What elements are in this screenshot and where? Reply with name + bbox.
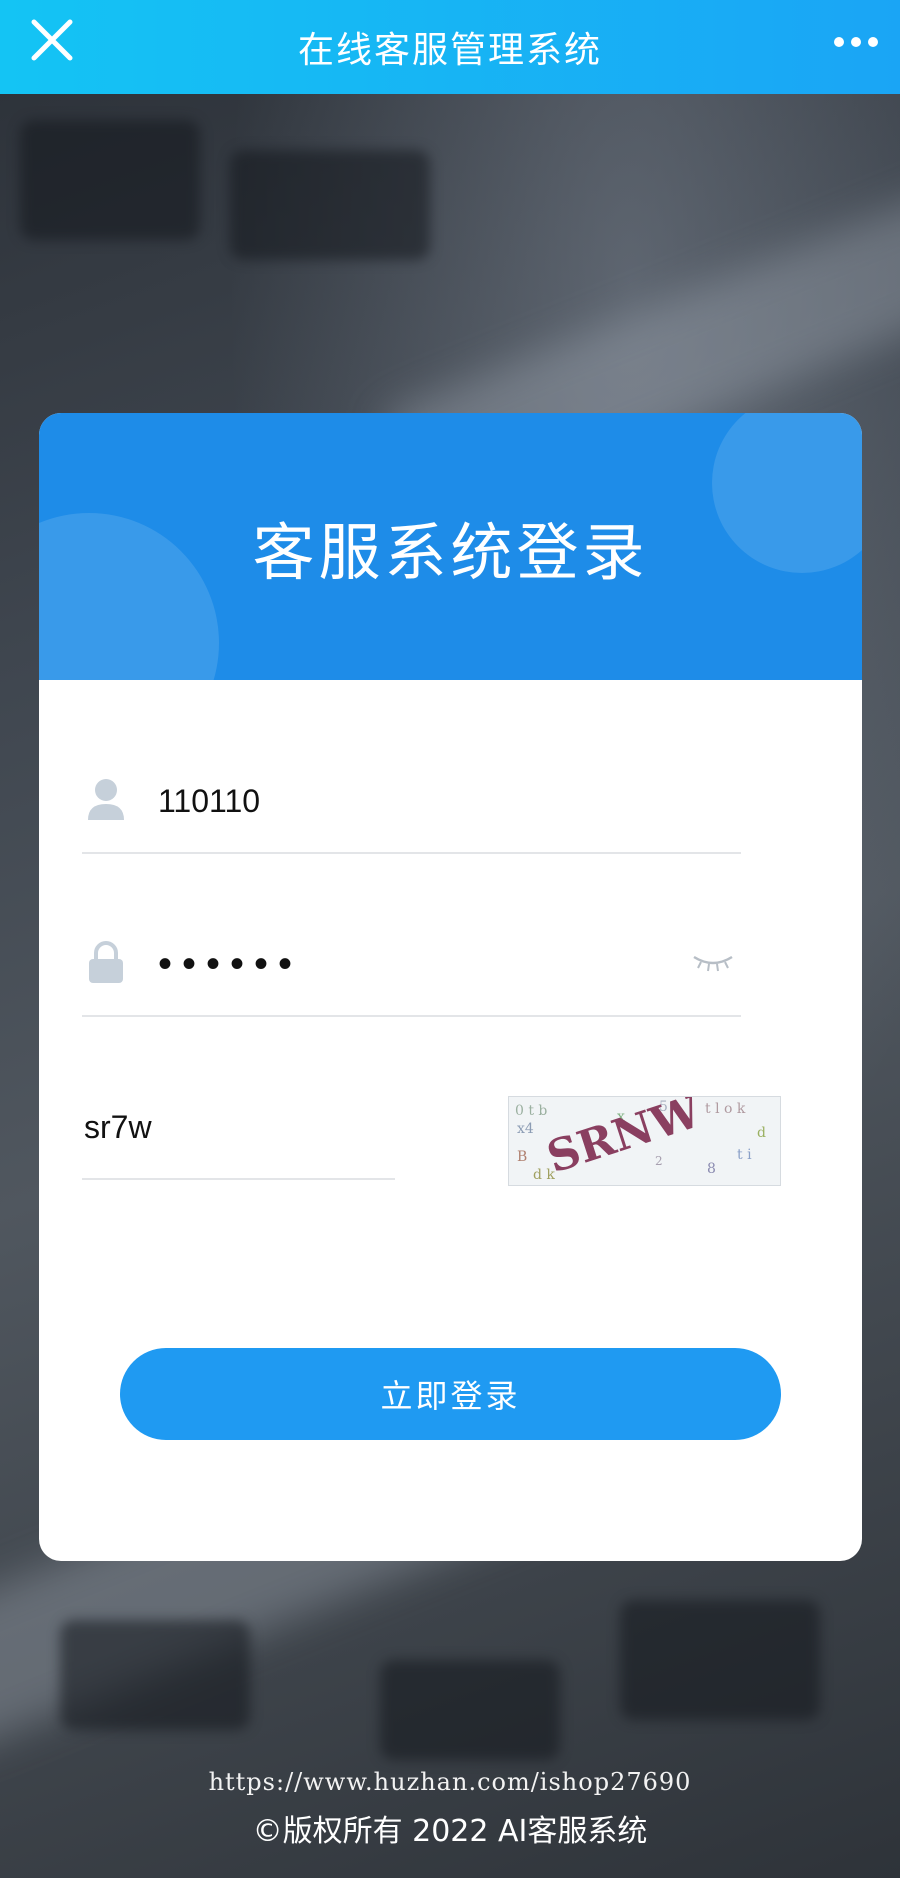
- footer-copyright: ©版权所有 2022 AI客服系统: [252, 1814, 648, 1849]
- svg-text:8: 8: [707, 1161, 716, 1177]
- lock-icon: [89, 941, 123, 983]
- close-button[interactable]: [26, 14, 86, 74]
- more-button[interactable]: [826, 22, 886, 62]
- more-icon: [834, 37, 844, 47]
- login-title: 客服系统登录: [252, 515, 649, 589]
- captcha-input[interactable]: [82, 1104, 386, 1150]
- footer-url: https://www.huzhan.com/ishop27690: [208, 1768, 692, 1796]
- svg-text:0 t b: 0 t b: [515, 1103, 547, 1119]
- svg-text:d: d: [757, 1125, 766, 1141]
- captcha-field: [82, 1078, 395, 1180]
- captcha-image[interactable]: 0 t b 5 t l o k x4 x d B t i d k 8 2 SRN…: [508, 1086, 781, 1186]
- eye-closed-icon[interactable]: [691, 951, 735, 973]
- login-button[interactable]: 立即登录: [120, 1348, 781, 1440]
- captcha-graphic: 0 t b 5 t l o k x4 x d B t i d k 8 2 SRN…: [515, 1086, 766, 1184]
- svg-text:x4: x4: [517, 1121, 534, 1137]
- svg-text:t i: t i: [737, 1147, 752, 1163]
- svg-text:B: B: [517, 1149, 527, 1165]
- password-input[interactable]: [156, 941, 640, 987]
- svg-text:2: 2: [655, 1154, 663, 1168]
- username-input[interactable]: [156, 778, 720, 824]
- username-field: [82, 752, 741, 854]
- user-icon: [88, 779, 124, 820]
- password-field: [82, 915, 741, 1017]
- top-navigation-bar: 在线客服管理系统: [0, 0, 900, 94]
- close-icon: [31, 19, 73, 61]
- svg-text:t l o k: t l o k: [705, 1101, 746, 1117]
- captcha-text: SRNW: [541, 1097, 708, 1184]
- login-card-header: 客服系统登录: [39, 413, 862, 680]
- topbar-title: 在线客服管理系统: [297, 30, 602, 71]
